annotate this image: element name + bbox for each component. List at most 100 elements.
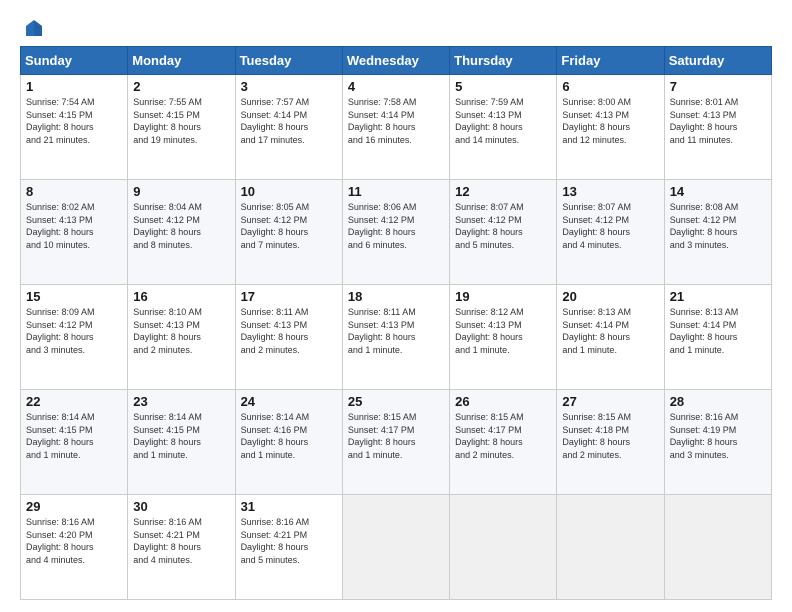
calendar-week-2: 8 Sunrise: 8:02 AM Sunset: 4:13 PM Daylig…	[21, 180, 772, 285]
cell-info: Sunrise: 8:02 AM Sunset: 4:13 PM Dayligh…	[26, 201, 122, 251]
calendar-cell: 30 Sunrise: 8:16 AM Sunset: 4:21 PM Dayli…	[128, 495, 235, 600]
calendar-header-row: SundayMondayTuesdayWednesdayThursdayFrid…	[21, 47, 772, 75]
day-number: 26	[455, 394, 551, 409]
calendar-cell: 24 Sunrise: 8:14 AM Sunset: 4:16 PM Dayli…	[235, 390, 342, 495]
calendar-cell: 29 Sunrise: 8:16 AM Sunset: 4:20 PM Dayli…	[21, 495, 128, 600]
cell-info: Sunrise: 8:07 AM Sunset: 4:12 PM Dayligh…	[455, 201, 551, 251]
day-of-week-friday: Friday	[557, 47, 664, 75]
calendar-cell: 11Sunrise: 8:06 AM Sunset: 4:12 PM Dayli…	[342, 180, 449, 285]
calendar-cell: 16 Sunrise: 8:10 AM Sunset: 4:13 PM Dayli…	[128, 285, 235, 390]
calendar-cell: 23 Sunrise: 8:14 AM Sunset: 4:15 PM Dayli…	[128, 390, 235, 495]
calendar-cell: 31Sunrise: 8:16 AM Sunset: 4:21 PM Dayli…	[235, 495, 342, 600]
page: SundayMondayTuesdayWednesdayThursdayFrid…	[0, 0, 792, 612]
cell-info: Sunrise: 7:54 AM Sunset: 4:15 PM Dayligh…	[26, 96, 122, 146]
day-number: 15	[26, 289, 122, 304]
day-of-week-wednesday: Wednesday	[342, 47, 449, 75]
day-number: 16	[133, 289, 229, 304]
cell-info: Sunrise: 8:15 AM Sunset: 4:18 PM Dayligh…	[562, 411, 658, 461]
day-of-week-sunday: Sunday	[21, 47, 128, 75]
calendar-week-3: 15Sunrise: 8:09 AM Sunset: 4:12 PM Dayli…	[21, 285, 772, 390]
day-number: 30	[133, 499, 229, 514]
cell-info: Sunrise: 7:58 AM Sunset: 4:14 PM Dayligh…	[348, 96, 444, 146]
calendar-cell	[342, 495, 449, 600]
cell-info: Sunrise: 8:11 AM Sunset: 4:13 PM Dayligh…	[348, 306, 444, 356]
cell-info: Sunrise: 8:16 AM Sunset: 4:21 PM Dayligh…	[241, 516, 337, 566]
day-number: 11	[348, 184, 444, 199]
calendar-cell: 10 Sunrise: 8:05 AM Sunset: 4:12 PM Dayli…	[235, 180, 342, 285]
cell-info: Sunrise: 8:13 AM Sunset: 4:14 PM Dayligh…	[562, 306, 658, 356]
cell-info: Sunrise: 8:14 AM Sunset: 4:15 PM Dayligh…	[26, 411, 122, 461]
day-number: 29	[26, 499, 122, 514]
day-number: 10	[241, 184, 337, 199]
calendar-week-4: 22 Sunrise: 8:14 AM Sunset: 4:15 PM Dayli…	[21, 390, 772, 495]
day-of-week-saturday: Saturday	[664, 47, 771, 75]
day-number: 6	[562, 79, 658, 94]
day-number: 8	[26, 184, 122, 199]
day-of-week-tuesday: Tuesday	[235, 47, 342, 75]
day-number: 14	[670, 184, 766, 199]
calendar-cell: 26 Sunrise: 8:15 AM Sunset: 4:17 PM Dayli…	[450, 390, 557, 495]
calendar-cell	[664, 495, 771, 600]
calendar-cell: 7 Sunrise: 8:01 AM Sunset: 4:13 PM Daylig…	[664, 75, 771, 180]
day-number: 2	[133, 79, 229, 94]
cell-info: Sunrise: 8:07 AM Sunset: 4:12 PM Dayligh…	[562, 201, 658, 251]
day-number: 22	[26, 394, 122, 409]
calendar-week-1: 1 Sunrise: 7:54 AM Sunset: 4:15 PM Daylig…	[21, 75, 772, 180]
day-number: 7	[670, 79, 766, 94]
cell-info: Sunrise: 8:00 AM Sunset: 4:13 PM Dayligh…	[562, 96, 658, 146]
cell-info: Sunrise: 7:55 AM Sunset: 4:15 PM Dayligh…	[133, 96, 229, 146]
cell-info: Sunrise: 7:57 AM Sunset: 4:14 PM Dayligh…	[241, 96, 337, 146]
day-number: 5	[455, 79, 551, 94]
day-number: 24	[241, 394, 337, 409]
calendar-cell: 22 Sunrise: 8:14 AM Sunset: 4:15 PM Dayli…	[21, 390, 128, 495]
calendar-cell: 5 Sunrise: 7:59 AM Sunset: 4:13 PM Daylig…	[450, 75, 557, 180]
calendar-cell: 6 Sunrise: 8:00 AM Sunset: 4:13 PM Daylig…	[557, 75, 664, 180]
calendar-cell: 8 Sunrise: 8:02 AM Sunset: 4:13 PM Daylig…	[21, 180, 128, 285]
cell-info: Sunrise: 8:13 AM Sunset: 4:14 PM Dayligh…	[670, 306, 766, 356]
calendar-cell: 28 Sunrise: 8:16 AM Sunset: 4:19 PM Dayli…	[664, 390, 771, 495]
cell-info: Sunrise: 8:15 AM Sunset: 4:17 PM Dayligh…	[348, 411, 444, 461]
cell-info: Sunrise: 8:12 AM Sunset: 4:13 PM Dayligh…	[455, 306, 551, 356]
calendar-cell: 1 Sunrise: 7:54 AM Sunset: 4:15 PM Daylig…	[21, 75, 128, 180]
cell-info: Sunrise: 8:04 AM Sunset: 4:12 PM Dayligh…	[133, 201, 229, 251]
day-number: 4	[348, 79, 444, 94]
day-of-week-monday: Monday	[128, 47, 235, 75]
cell-info: Sunrise: 8:15 AM Sunset: 4:17 PM Dayligh…	[455, 411, 551, 461]
day-number: 12	[455, 184, 551, 199]
cell-info: Sunrise: 8:01 AM Sunset: 4:13 PM Dayligh…	[670, 96, 766, 146]
day-number: 18	[348, 289, 444, 304]
calendar-cell: 13 Sunrise: 8:07 AM Sunset: 4:12 PM Dayli…	[557, 180, 664, 285]
calendar-cell: 27Sunrise: 8:15 AM Sunset: 4:18 PM Dayli…	[557, 390, 664, 495]
calendar-cell	[557, 495, 664, 600]
day-number: 23	[133, 394, 229, 409]
day-number: 17	[241, 289, 337, 304]
day-number: 13	[562, 184, 658, 199]
cell-info: Sunrise: 8:14 AM Sunset: 4:15 PM Dayligh…	[133, 411, 229, 461]
day-number: 25	[348, 394, 444, 409]
calendar-cell: 20Sunrise: 8:13 AM Sunset: 4:14 PM Dayli…	[557, 285, 664, 390]
calendar-table: SundayMondayTuesdayWednesdayThursdayFrid…	[20, 46, 772, 600]
calendar-cell	[450, 495, 557, 600]
cell-info: Sunrise: 8:10 AM Sunset: 4:13 PM Dayligh…	[133, 306, 229, 356]
calendar-cell: 19Sunrise: 8:12 AM Sunset: 4:13 PM Dayli…	[450, 285, 557, 390]
day-number: 28	[670, 394, 766, 409]
cell-info: Sunrise: 8:16 AM Sunset: 4:21 PM Dayligh…	[133, 516, 229, 566]
day-number: 9	[133, 184, 229, 199]
calendar-cell: 15Sunrise: 8:09 AM Sunset: 4:12 PM Dayli…	[21, 285, 128, 390]
cell-info: Sunrise: 8:08 AM Sunset: 4:12 PM Dayligh…	[670, 201, 766, 251]
logo	[20, 18, 44, 36]
cell-info: Sunrise: 8:05 AM Sunset: 4:12 PM Dayligh…	[241, 201, 337, 251]
calendar-cell: 2 Sunrise: 7:55 AM Sunset: 4:15 PM Daylig…	[128, 75, 235, 180]
calendar-cell: 17Sunrise: 8:11 AM Sunset: 4:13 PM Dayli…	[235, 285, 342, 390]
cell-info: Sunrise: 8:16 AM Sunset: 4:19 PM Dayligh…	[670, 411, 766, 461]
day-number: 1	[26, 79, 122, 94]
calendar-cell: 21Sunrise: 8:13 AM Sunset: 4:14 PM Dayli…	[664, 285, 771, 390]
cell-info: Sunrise: 8:16 AM Sunset: 4:20 PM Dayligh…	[26, 516, 122, 566]
cell-info: Sunrise: 7:59 AM Sunset: 4:13 PM Dayligh…	[455, 96, 551, 146]
cell-info: Sunrise: 8:14 AM Sunset: 4:16 PM Dayligh…	[241, 411, 337, 461]
calendar-cell: 14 Sunrise: 8:08 AM Sunset: 4:12 PM Dayli…	[664, 180, 771, 285]
calendar-cell: 9 Sunrise: 8:04 AM Sunset: 4:12 PM Daylig…	[128, 180, 235, 285]
day-of-week-thursday: Thursday	[450, 47, 557, 75]
calendar-cell: 12 Sunrise: 8:07 AM Sunset: 4:12 PM Dayli…	[450, 180, 557, 285]
logo-icon	[22, 18, 44, 40]
